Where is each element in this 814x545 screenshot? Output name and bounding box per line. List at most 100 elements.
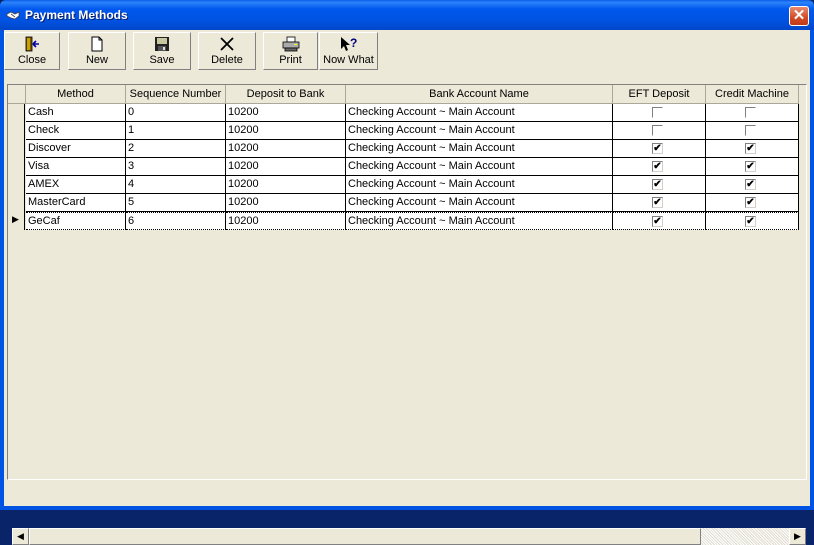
credit-machine-checkbox[interactable]: ✔ [745,216,756,227]
cell-credit-machine [706,122,799,140]
credit-machine-checkbox[interactable]: ✔ [745,161,756,172]
eft-deposit-checkbox[interactable]: ✔ [652,143,663,154]
cell-sequence-number[interactable]: 5 [126,194,226,212]
cell-eft-deposit: ✔ [613,158,706,176]
close-icon: ✕ [792,7,806,24]
eft-deposit-checkbox[interactable]: ✔ [652,197,663,208]
cell-method[interactable]: Cash [26,104,126,122]
eft-deposit-checkbox[interactable] [652,125,663,136]
cell-bank-account-name[interactable]: Checking Account ~ Main Account [346,176,613,194]
window-close-button[interactable]: ✕ [789,6,809,26]
now-what-button[interactable]: ? Now What [319,32,378,70]
table-row[interactable]: ▶ GeCaf 6 10200 Checking Account ~ Main Acco… [8,212,803,230]
eft-deposit-checkbox[interactable]: ✔ [652,161,663,172]
row-selector[interactable] [8,104,25,122]
column-header-method[interactable]: Method [26,85,126,104]
cell-method[interactable]: Check [26,122,126,140]
cell-bank-account-name[interactable]: Checking Account ~ Main Account [346,140,613,158]
cell-deposit-to-bank[interactable]: 10200 [226,158,346,176]
cell-sequence-number[interactable]: 6 [126,212,226,230]
save-button[interactable]: Save [133,32,191,70]
credit-machine-checkbox[interactable]: ✔ [745,179,756,190]
column-header-bank-account-name[interactable]: Bank Account Name [346,85,613,104]
checkmark-icon: ✔ [746,161,755,172]
cell-deposit-to-bank[interactable]: 10200 [226,176,346,194]
cell-method[interactable]: Visa [26,158,126,176]
cell-sequence-number[interactable]: 4 [126,176,226,194]
cell-sequence-number[interactable]: 0 [126,104,226,122]
checkmark-icon: ✔ [653,161,662,172]
row-selector-header [8,85,26,104]
now-what-button-label: Now What [323,54,374,66]
row-selector[interactable] [8,122,25,140]
cell-method[interactable]: AMEX [26,176,126,194]
close-button-label: Close [17,54,47,66]
cell-bank-account-name[interactable]: Checking Account ~ Main Account [346,104,613,122]
cell-credit-machine: ✔ [706,194,799,212]
delete-button-label: Delete [211,54,243,66]
row-selector[interactable] [8,176,25,194]
column-header-deposit-to-bank[interactable]: Deposit to Bank [226,85,346,104]
table-row[interactable]: Discover 2 10200 Checking Account ~ Main Ac… [8,140,803,158]
window-client-area: Close New Save Delete Print ? Now What M… [4,30,810,545]
print-button[interactable]: Print [263,32,318,70]
scroll-left-button[interactable]: ◀ [12,528,29,545]
credit-machine-checkbox[interactable] [745,125,756,136]
row-selector[interactable]: ▶ [8,212,25,230]
credit-machine-checkbox[interactable]: ✔ [745,143,756,154]
row-selector[interactable] [8,140,25,158]
cell-bank-account-name[interactable]: Checking Account ~ Main Account [346,158,613,176]
table-row[interactable]: Check 1 10200 Checking Account ~ Main Accou… [8,122,803,140]
title-bar[interactable]: Payment Methods ✕ [0,0,814,30]
checkmark-icon: ✔ [746,216,755,227]
eft-deposit-checkbox[interactable] [652,107,663,118]
cell-method[interactable]: Discover [26,140,126,158]
help-pointer-icon: ? [320,36,377,52]
cell-deposit-to-bank[interactable]: 10200 [226,122,346,140]
cell-sequence-number[interactable]: 2 [126,140,226,158]
cell-deposit-to-bank[interactable]: 10200 [226,194,346,212]
credit-machine-checkbox[interactable] [745,107,756,118]
column-header-sequence-number[interactable]: Sequence Number [126,85,226,104]
table-row[interactable]: MasterCard 5 10200 Checking Account ~ Main … [8,194,803,212]
cell-bank-account-name[interactable]: Checking Account ~ Main Account [346,194,613,212]
cell-credit-machine: ✔ [706,176,799,194]
table-row[interactable]: Visa 3 10200 Checking Account ~ Main Accoun… [8,158,803,176]
cell-credit-machine: ✔ [706,212,799,230]
eft-deposit-checkbox[interactable]: ✔ [652,216,663,227]
cell-method[interactable]: GeCaf [26,212,126,230]
cell-deposit-to-bank[interactable]: 10200 [226,140,346,158]
close-button[interactable]: Close [4,32,60,70]
scroll-thumb[interactable] [29,528,701,545]
svg-text:?: ? [350,36,357,50]
credit-machine-checkbox[interactable]: ✔ [745,197,756,208]
cell-eft-deposit: ✔ [613,212,706,230]
table-row[interactable]: AMEX 4 10200 Checking Account ~ Main Accoun… [8,176,803,194]
cell-bank-account-name[interactable]: Checking Account ~ Main Account [346,122,613,140]
new-button[interactable]: New [68,32,126,70]
printer-icon [264,36,317,52]
cell-sequence-number[interactable]: 1 [126,122,226,140]
handshake-icon [6,11,20,20]
checkmark-icon: ✔ [653,143,662,154]
cell-sequence-number[interactable]: 3 [126,158,226,176]
delete-button[interactable]: Delete [198,32,256,70]
cell-deposit-to-bank[interactable]: 10200 [226,104,346,122]
arrow-left-icon: ◀ [17,531,24,541]
cell-bank-account-name[interactable]: Checking Account ~ Main Account [346,212,613,230]
column-header-credit-machine[interactable]: Credit Machine [706,85,799,104]
column-header-eft-deposit[interactable]: EFT Deposit [613,85,706,104]
scroll-right-button[interactable]: ▶ [789,528,806,545]
floppy-disk-icon [134,36,190,52]
row-selector[interactable] [8,194,25,212]
cell-deposit-to-bank[interactable]: 10200 [226,212,346,230]
row-selector[interactable] [8,158,25,176]
table-row[interactable]: Cash 0 10200 Checking Account ~ Main Accoun… [8,104,803,122]
eft-deposit-checkbox[interactable]: ✔ [652,179,663,190]
cell-credit-machine [706,104,799,122]
cell-credit-machine: ✔ [706,158,799,176]
horizontal-scrollbar[interactable]: ◀ ▶ [12,528,806,545]
cell-method[interactable]: MasterCard [26,194,126,212]
payment-methods-grid[interactable]: Method Sequence Number Deposit to Bank B… [7,84,807,545]
scroll-track[interactable] [701,528,789,545]
